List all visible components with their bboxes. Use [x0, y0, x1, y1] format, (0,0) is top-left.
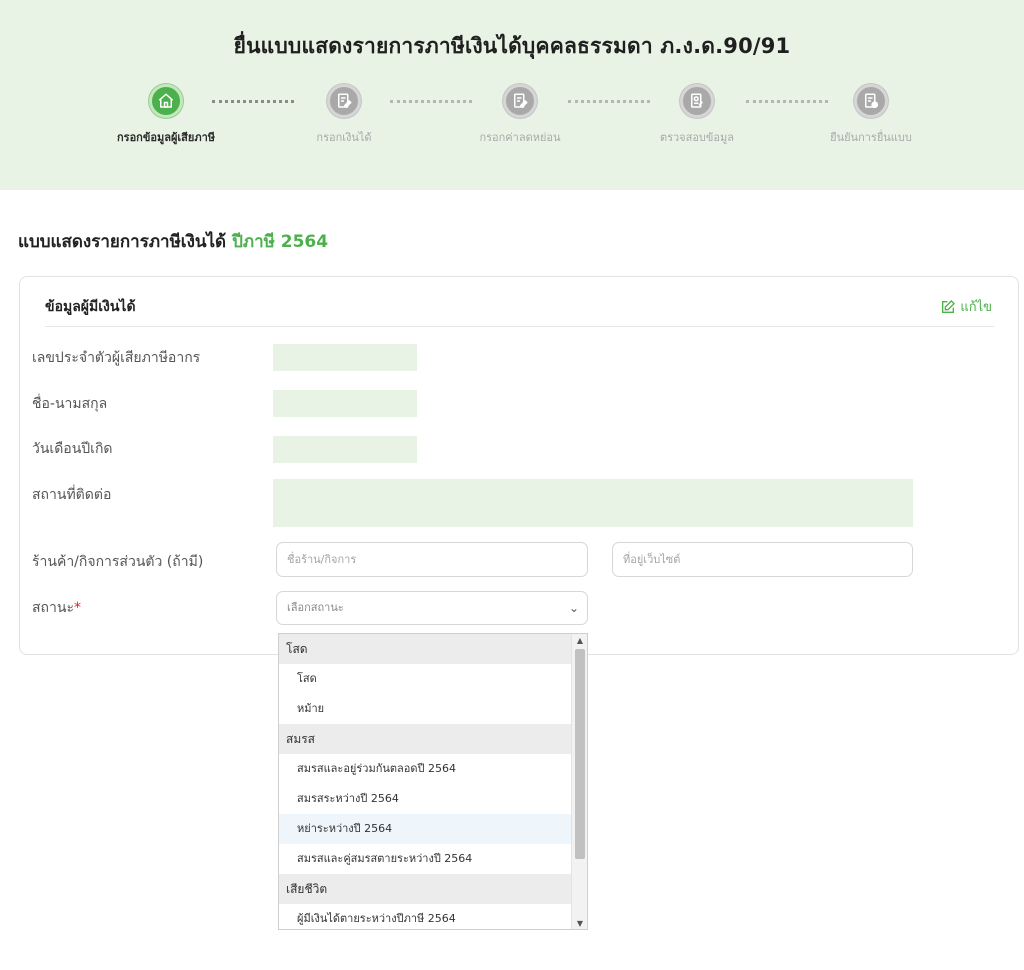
step-label: กรอกข้อมูลผู้เสียภาษี	[117, 131, 215, 144]
tax-year: ปีภาษี 2564	[232, 232, 329, 252]
divider	[45, 326, 994, 327]
dropdown-option[interactable]: โสด	[279, 664, 572, 694]
status-select[interactable]: เลือกสถานะ ⌄	[276, 591, 588, 625]
taxpayer-info-card: ข้อมูลผู้มีเงินได้ แก้ไข เลขประจำตัวผู้เ…	[19, 276, 1019, 655]
birthdate-value	[273, 436, 417, 463]
dropdown-option[interactable]: สมรสระหว่างปี 2564	[279, 784, 572, 814]
step-deductions[interactable]: กรอกค่าลดหย่อน	[430, 84, 610, 146]
step-review[interactable]: ตรวจสอบข้อมูล	[607, 84, 787, 146]
tax-id-label: เลขประจำตัวผู้เสียภาษีอากร	[32, 350, 201, 366]
scroll-up-icon[interactable]: ▲	[572, 634, 587, 648]
document-confirm-icon	[854, 84, 888, 118]
document-edit-icon	[503, 84, 537, 118]
status-label-text: สถานะ	[32, 600, 74, 616]
step-taxpayer-info[interactable]: กรอกข้อมูลผู้เสียภาษี	[76, 84, 256, 146]
page-title: แบบแสดงรายการภาษีเงินได้ ปีภาษี 2564	[18, 228, 328, 255]
shop-name-input[interactable]	[276, 542, 588, 577]
scroll-down-icon[interactable]: ▼	[572, 917, 587, 929]
edit-label: แก้ไข	[960, 300, 992, 315]
chevron-down-icon: ⌄	[568, 601, 579, 615]
wizard-header: ยื่นแบบแสดงรายการภาษีเงินได้บุคคลธรรมดา …	[0, 0, 1024, 190]
step-income[interactable]: กรอกเงินได้	[254, 84, 434, 146]
step-label: กรอกเงินได้	[316, 131, 372, 144]
dropdown-group-married: สมรส	[279, 724, 572, 754]
status-select-placeholder: เลือกสถานะ	[287, 601, 344, 614]
dropdown-option[interactable]: สมรสและคู่สมรสตายระหว่างปี 2564	[279, 844, 572, 874]
tax-id-value	[273, 344, 417, 371]
step-label: ยืนยันการยื่นแบบ	[830, 131, 912, 144]
name-label: ชื่อ-นามสกุล	[32, 396, 108, 412]
dropdown-group-deceased: เสียชีวิต	[279, 874, 572, 904]
shop-label: ร้านค้า/กิจการส่วนตัว (ถ้ามี)	[32, 554, 204, 570]
birthdate-label: วันเดือนปีเกิด	[32, 441, 113, 457]
website-input[interactable]	[612, 542, 913, 577]
edit-button[interactable]: แก้ไข	[940, 296, 992, 317]
step-label: กรอกค่าลดหย่อน	[479, 131, 561, 144]
dropdown-list: โสด โสด หม้าย สมรส สมรสและอยู่ร่วมกันตลอ…	[279, 634, 572, 929]
dropdown-option-hovered[interactable]: หย่าระหว่างปี 2564	[279, 814, 572, 844]
step-label: ตรวจสอบข้อมูล	[659, 131, 735, 144]
required-mark: *	[73, 600, 81, 616]
address-label: สถานที่ติดต่อ	[32, 487, 112, 503]
dropdown-group-single: โสด	[279, 634, 572, 664]
page-title-text: แบบแสดงรายการภาษีเงินได้	[18, 232, 227, 252]
page-main-title: ยื่นแบบแสดงรายการภาษีเงินได้บุคคลธรรมดา …	[233, 34, 791, 58]
scrollbar-thumb[interactable]	[575, 649, 585, 859]
dropdown-option[interactable]: ผู้มีเงินได้ตายระหว่างปีภาษี 2564	[279, 904, 572, 929]
address-value	[273, 479, 913, 527]
home-icon	[149, 84, 183, 118]
status-dropdown-menu: โสด โสด หม้าย สมรส สมรสและอยู่ร่วมกันตลอ…	[278, 633, 588, 930]
step-confirm[interactable]: ยืนยันการยื่นแบบ	[781, 84, 961, 146]
name-value	[273, 390, 417, 417]
card-title: ข้อมูลผู้มีเงินได้	[45, 299, 136, 315]
dropdown-option[interactable]: หม้าย	[279, 694, 572, 724]
dropdown-scrollbar[interactable]: ▲ ▼	[571, 634, 587, 929]
edit-icon	[942, 299, 956, 313]
status-label: สถานะ*	[32, 597, 81, 619]
document-check-icon	[680, 84, 714, 118]
dropdown-option[interactable]: สมรสและอยู่ร่วมกันตลอดปี 2564	[279, 754, 572, 784]
document-edit-icon	[327, 84, 361, 118]
